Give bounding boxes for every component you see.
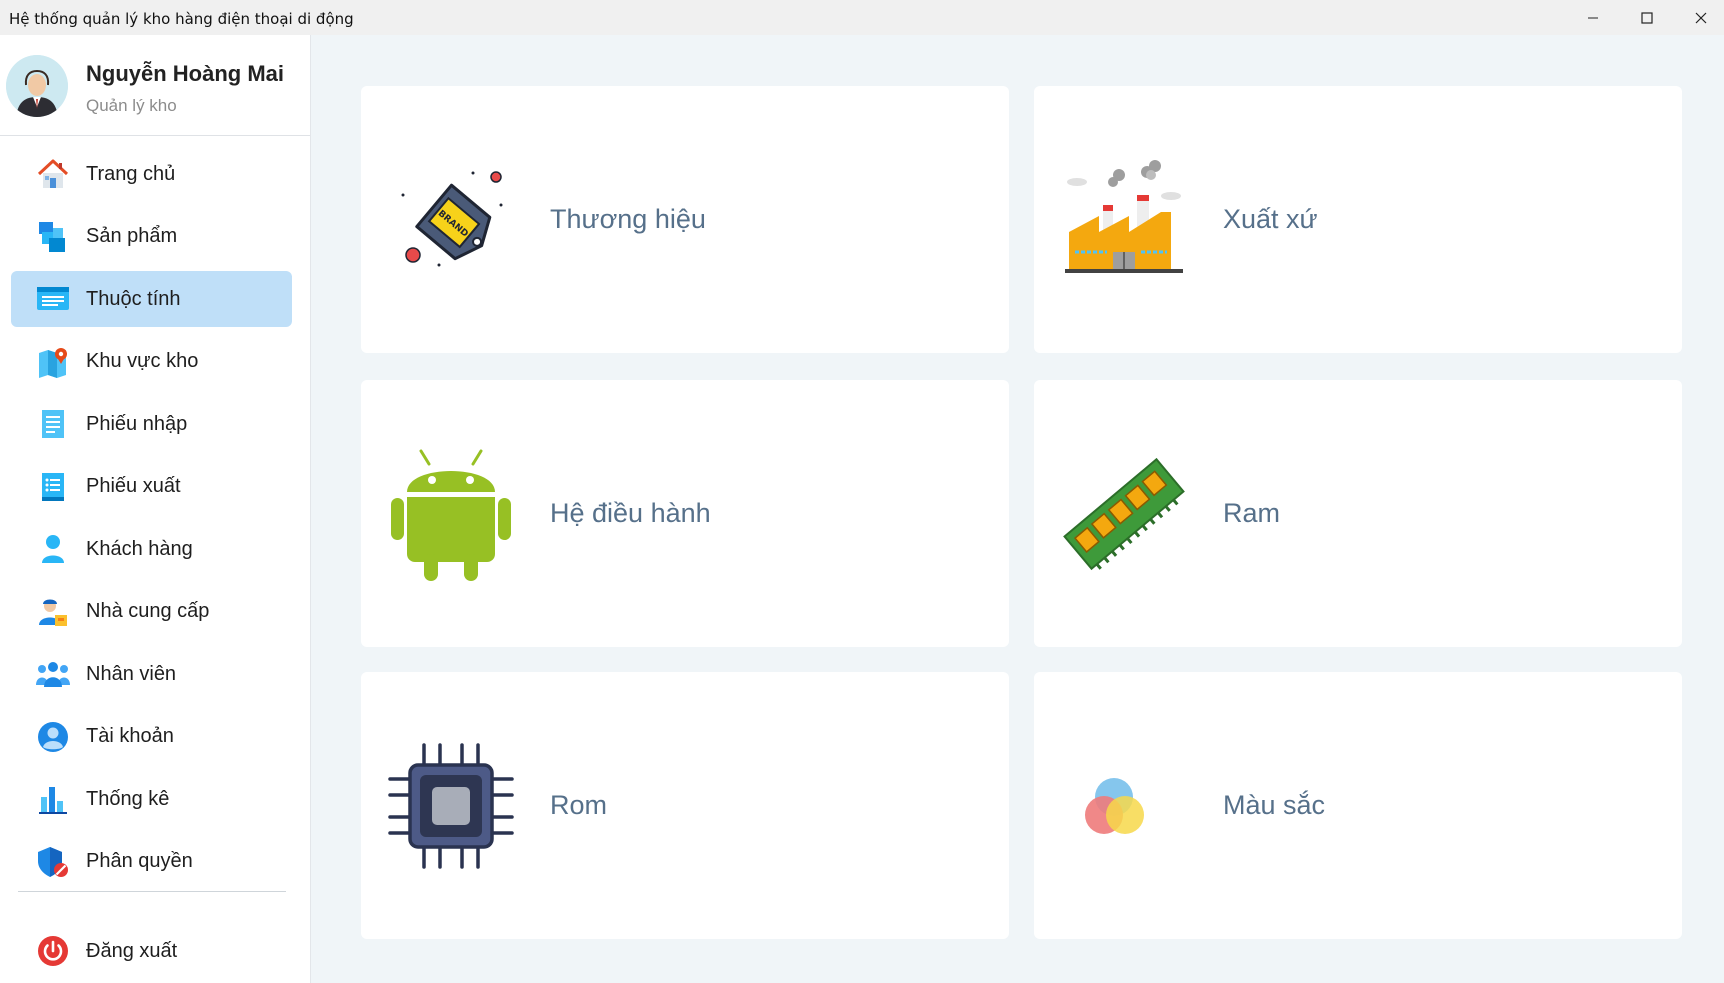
products-icon [35, 219, 71, 255]
sidebar-item-customers[interactable]: Khách hàng [11, 521, 292, 577]
sidebar-divider [18, 891, 286, 892]
card-ram[interactable]: Ram [1034, 380, 1682, 647]
chip-icon [383, 738, 518, 873]
sidebar-item-attributes[interactable]: Thuộc tính [11, 271, 292, 327]
sidebar-item-import-receipt[interactable]: Phiếu nhập [11, 396, 292, 452]
sidebar-item-label: Khách hàng [86, 537, 193, 560]
sidebar-item-label: Nhà cung cấp [86, 600, 210, 622]
sidebar-item-label: Thống kê [86, 787, 170, 810]
android-icon [383, 446, 518, 581]
sidebar-item-warehouse-area[interactable]: Khu vực kho [11, 334, 292, 390]
card-label: Xuất xứ [1223, 204, 1318, 234]
sidebar-item-home[interactable]: Trang chủ [11, 146, 292, 202]
factory-icon [1056, 152, 1191, 287]
employees-icon [35, 656, 71, 692]
card-label: Ram [1223, 498, 1281, 528]
card-label: Thương hiệu [550, 204, 706, 234]
user-name: Nguyễn Hoàng Mai [86, 61, 285, 86]
avatar [6, 55, 68, 117]
card-rom[interactable]: Rom [361, 672, 1009, 939]
sidebar-item-label: Sản phẩm [86, 225, 178, 247]
window-title: Hệ thống quản lý kho hàng điện thoại di … [9, 10, 354, 28]
supplier-icon [35, 594, 71, 630]
logout-button[interactable]: Đăng xuất [11, 925, 292, 977]
minimize-icon [1588, 17, 1598, 18]
title-bar: Hệ thống quản lý kho hàng điện thoại di … [0, 0, 1724, 35]
maximize-icon [1641, 11, 1653, 24]
home-icon [35, 156, 71, 192]
sidebar-item-label: Khu vực kho [86, 350, 199, 372]
color-circles-icon [1056, 738, 1191, 873]
close-icon [1695, 12, 1707, 23]
sidebar-item-export-receipt[interactable]: Phiếu xuất [11, 459, 292, 515]
sidebar-item-label: Phân quyền [86, 850, 193, 872]
brand-tag-icon: BRAND [383, 152, 518, 287]
sidebar-item-label: Trang chủ [86, 162, 176, 185]
minimize-button[interactable] [1570, 0, 1616, 35]
sidebar-item-account[interactable]: Tài khoản [11, 709, 292, 765]
card-label: Hệ điều hành [550, 498, 711, 528]
statistics-icon [35, 781, 71, 817]
close-button[interactable] [1678, 0, 1724, 35]
card-label: Màu sắc [1223, 790, 1326, 820]
permission-icon [35, 844, 71, 880]
customer-icon [35, 531, 71, 567]
sidebar-item-label: Nhân viên [86, 662, 177, 685]
sidebar-nav: Trang chủ Sản phẩm Thuộc tính Khu vực kh… [11, 146, 292, 896]
sidebar-item-label: Tài khoản [86, 725, 174, 747]
export-receipt-icon [35, 469, 71, 505]
sidebar-item-label: Thuộc tính [86, 287, 181, 310]
sidebar-item-suppliers[interactable]: Nhà cung cấp [11, 584, 292, 640]
sidebar-item-label: Phiếu nhập [86, 412, 188, 435]
card-brand[interactable]: BRAND Thương hiệu [361, 86, 1009, 353]
attributes-icon [35, 281, 71, 317]
sidebar-item-employees[interactable]: Nhân viên [11, 646, 292, 702]
account-icon [35, 719, 71, 755]
card-origin[interactable]: Xuất xứ [1034, 86, 1682, 353]
logout-label: Đăng xuất [86, 939, 178, 962]
user-role: Quản lý kho [86, 96, 177, 115]
import-receipt-icon [35, 406, 71, 442]
sidebar-item-products[interactable]: Sản phẩm [11, 209, 292, 265]
main-content: BRAND Thương hiệu Xuất xứ Hệ điều hành R… [311, 35, 1724, 983]
sidebar-item-statistics[interactable]: Thống kê [11, 771, 292, 827]
card-color[interactable]: Màu sắc [1034, 672, 1682, 939]
card-os[interactable]: Hệ điều hành [361, 380, 1009, 647]
warehouse-map-icon [35, 344, 71, 380]
sidebar: Nguyễn Hoàng Mai Quản lý kho Trang chủ S… [0, 35, 311, 983]
sidebar-item-label: Phiếu xuất [86, 475, 181, 497]
user-profile: Nguyễn Hoàng Mai Quản lý kho [0, 35, 310, 136]
ram-icon [1056, 446, 1191, 581]
power-icon [35, 933, 71, 969]
user-avatar-icon [6, 55, 68, 117]
sidebar-item-permissions[interactable]: Phân quyền [11, 834, 292, 890]
card-label: Rom [550, 790, 608, 820]
maximize-button[interactable] [1624, 0, 1670, 35]
